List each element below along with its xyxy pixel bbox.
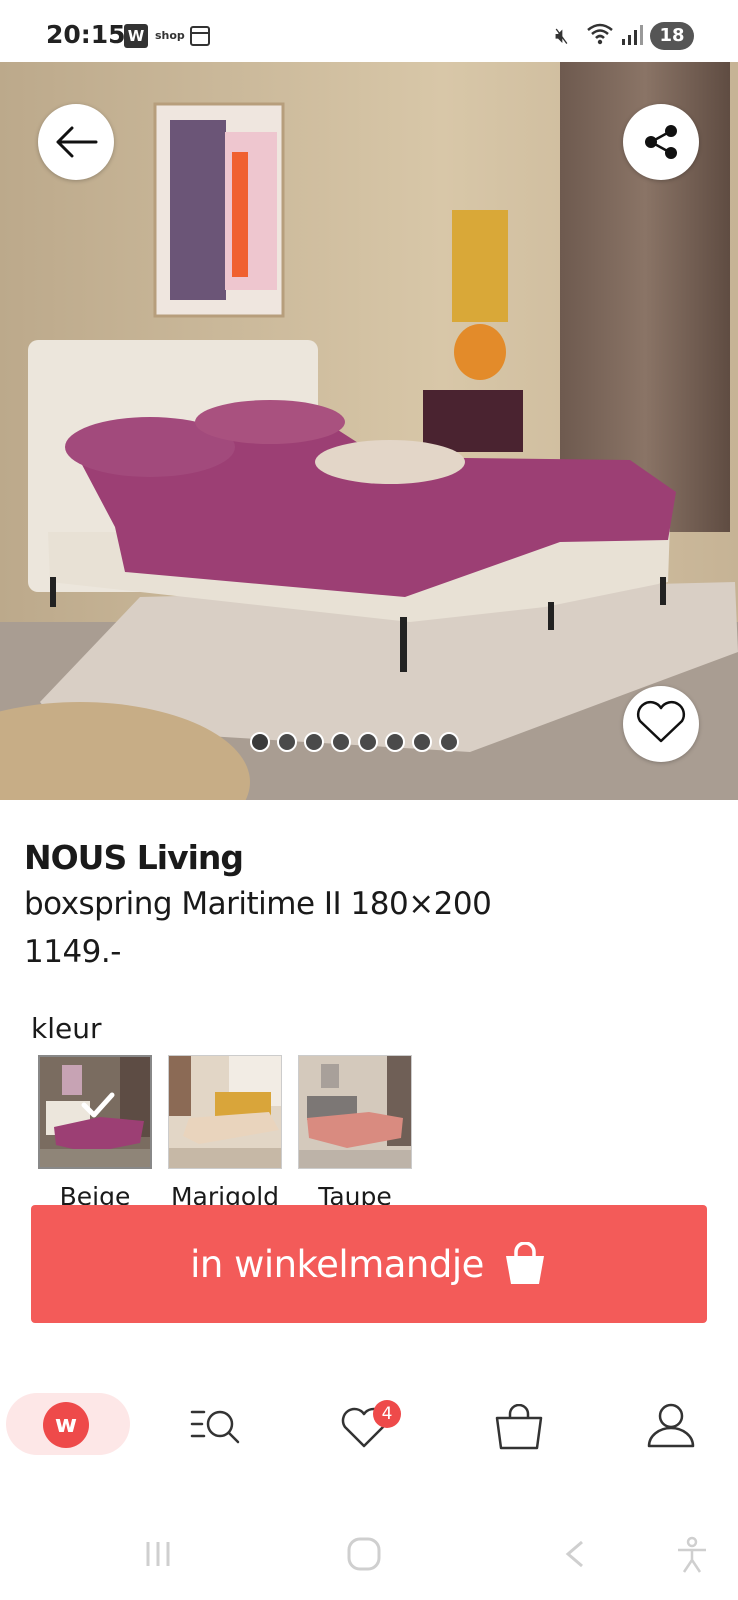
- app-notification-icon: W: [124, 24, 148, 48]
- color-label: kleur: [31, 1012, 102, 1045]
- wehkamp-logo-icon: w: [43, 1402, 89, 1448]
- nav-account[interactable]: [645, 1402, 697, 1454]
- home-button-icon[interactable]: [346, 1536, 382, 1572]
- product-image-carousel[interactable]: [0, 62, 738, 800]
- search-menu-icon: [190, 1410, 240, 1444]
- marigold-thumbnail: [169, 1056, 281, 1168]
- add-to-cart-button[interactable]: in winkelmandje: [31, 1205, 707, 1323]
- shop-notification-label: shop: [155, 29, 185, 42]
- share-icon: [645, 125, 677, 159]
- carousel-dot[interactable]: [358, 732, 378, 752]
- color-option-taupe[interactable]: [298, 1055, 412, 1169]
- taupe-thumbnail: [299, 1056, 411, 1168]
- carousel-dot[interactable]: [412, 732, 432, 752]
- nav-search[interactable]: [190, 1404, 244, 1454]
- arrow-left-icon: [56, 126, 98, 158]
- signal-icon: [620, 24, 644, 51]
- carousel-indicator: [250, 732, 459, 756]
- heart-icon: [636, 700, 686, 743]
- system-navigation: [0, 1528, 738, 1588]
- favorite-button[interactable]: [623, 686, 699, 762]
- carousel-dot[interactable]: [250, 732, 270, 752]
- carousel-dot[interactable]: [277, 732, 297, 752]
- shopping-bag-icon: [505, 1242, 544, 1284]
- mute-icon: 🔇︎: [555, 24, 569, 49]
- calendar-icon: [190, 26, 210, 46]
- basket-icon: [495, 1403, 543, 1450]
- carousel-dot[interactable]: [304, 732, 324, 752]
- accessibility-icon[interactable]: [674, 1536, 710, 1574]
- product-price: 1149.-: [24, 934, 121, 970]
- user-icon: [647, 1403, 695, 1448]
- carousel-dot[interactable]: [439, 732, 459, 752]
- back-button[interactable]: [38, 104, 114, 180]
- nav-home[interactable]: w: [6, 1393, 130, 1455]
- carousel-dot[interactable]: [385, 732, 405, 752]
- battery-indicator: 18: [650, 22, 694, 50]
- nav-basket[interactable]: [494, 1403, 544, 1456]
- color-option-beige[interactable]: [38, 1055, 152, 1169]
- recent-apps-icon[interactable]: [142, 1538, 174, 1570]
- beige-thumbnail: [40, 1057, 150, 1167]
- favorites-count-badge: 4: [373, 1400, 401, 1428]
- status-bar: 20:15 W shop 🔇︎ 18: [0, 0, 738, 62]
- share-button[interactable]: [623, 104, 699, 180]
- product-brand[interactable]: NOUS Living: [24, 838, 244, 877]
- product-name: boxspring Maritime II 180×200: [24, 886, 492, 922]
- back-nav-icon[interactable]: [560, 1538, 588, 1570]
- wifi-icon: [586, 22, 614, 52]
- color-option-marigold[interactable]: [168, 1055, 282, 1169]
- status-time: 20:15: [46, 20, 126, 49]
- carousel-dot[interactable]: [331, 732, 351, 752]
- add-to-cart-label: in winkelmandje: [190, 1242, 484, 1286]
